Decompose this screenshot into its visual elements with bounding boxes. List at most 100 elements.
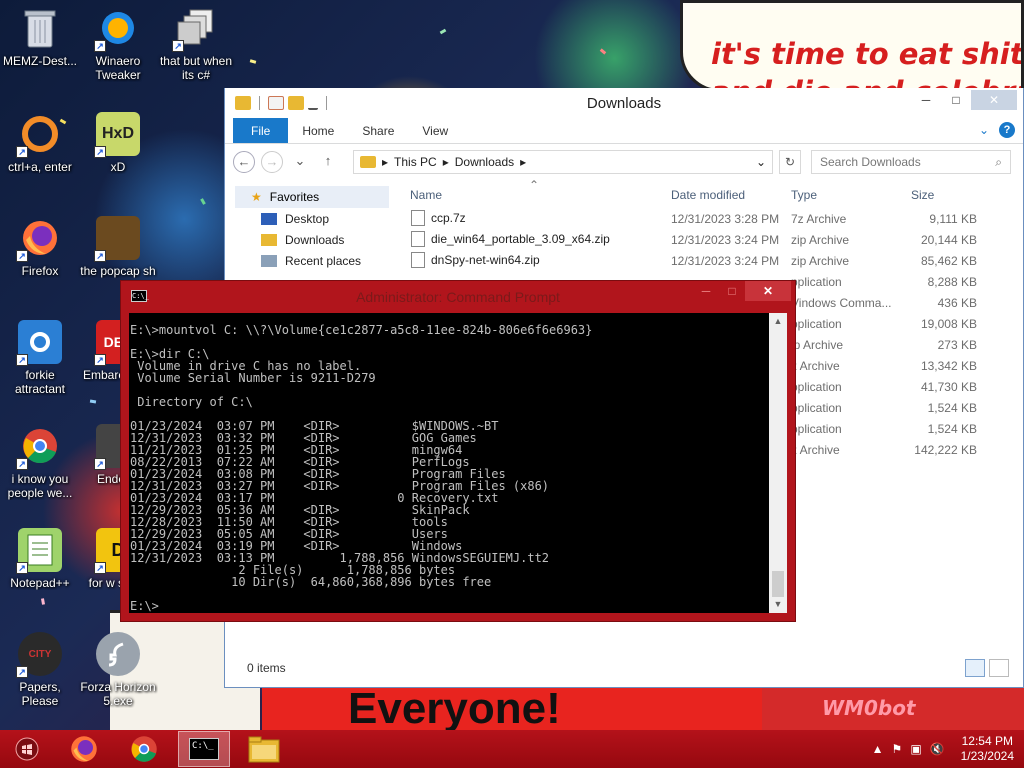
taskbar-cmd[interactable]: C:\_ bbox=[178, 731, 230, 767]
desktop-icon-xd[interactable]: HxD ↗ xD bbox=[78, 112, 158, 174]
ribbon-tabs: File Home Share View ⌄ ? bbox=[225, 118, 1023, 144]
file-row[interactable]: die_win64_portable_3.09_x64.zip 12/31/20… bbox=[403, 229, 1023, 250]
scroll-up-arrow-icon[interactable]: ▲ bbox=[769, 313, 787, 330]
breadcrumb-downloads[interactable]: Downloads bbox=[455, 155, 514, 169]
scroll-thumb[interactable] bbox=[772, 571, 784, 597]
desktop-icon-notepadpp[interactable]: ↗ Notepad++ bbox=[0, 528, 80, 590]
breadcrumb-separator[interactable]: ▸ bbox=[520, 155, 526, 169]
up-button[interactable]: ↑ bbox=[317, 151, 339, 173]
desktop-icon-forkie[interactable]: ↗ forkie attractant bbox=[0, 320, 80, 396]
zip-file-icon bbox=[411, 231, 425, 247]
file-type: zip Archive bbox=[791, 254, 850, 268]
start-button[interactable] bbox=[4, 731, 50, 767]
nav-favorites[interactable]: ★ Favorites bbox=[235, 186, 389, 208]
new-folder-icon[interactable] bbox=[288, 96, 304, 110]
large-icons-view-icon[interactable] bbox=[989, 659, 1009, 677]
cmd-maximize-button[interactable]: □ bbox=[719, 281, 745, 301]
shortcut-arrow-icon: ↗ bbox=[16, 458, 28, 470]
sort-ascending-icon: ⌃ bbox=[529, 178, 540, 192]
scroll-down-arrow-icon[interactable]: ▼ bbox=[769, 596, 787, 613]
file-row[interactable]: dnSpy-net-win64.zip 12/31/2023 3:24 PM z… bbox=[403, 250, 1023, 271]
file-type: z Archive bbox=[791, 359, 840, 373]
desktop-icon-chrome[interactable]: ↗ i know you people we... bbox=[0, 424, 80, 500]
cmd-close-button[interactable]: ✕ bbox=[745, 281, 791, 301]
network-icon[interactable]: ▣ bbox=[910, 742, 921, 756]
desktop-icon-forza[interactable]: Forza Horizon 5.exe bbox=[78, 632, 158, 708]
toolbar-separator bbox=[326, 96, 327, 110]
tab-home[interactable]: Home bbox=[288, 118, 348, 143]
address-dropdown-icon[interactable]: ⌄ bbox=[756, 155, 766, 169]
volume-muted-icon[interactable]: 🔇 bbox=[930, 742, 945, 756]
properties-icon[interactable] bbox=[268, 96, 284, 110]
refresh-button[interactable]: ↻ bbox=[779, 150, 801, 174]
cmd-minimize-button[interactable]: ─ bbox=[693, 281, 719, 301]
desktop-icon-memz[interactable]: MEMZ-Dest... bbox=[0, 6, 80, 68]
close-button[interactable]: ✕ bbox=[971, 90, 1017, 110]
desktop-icon-popcap[interactable]: ↗ the popcap sh bbox=[78, 216, 158, 278]
column-headers: Name ⌃ Date modified Type Size bbox=[403, 178, 1023, 208]
clock-time: 12:54 PM bbox=[961, 734, 1013, 748]
search-icon[interactable]: ⌕ bbox=[995, 155, 1002, 170]
column-header-date[interactable]: Date modified bbox=[671, 188, 745, 202]
minimize-button[interactable]: ─ bbox=[911, 90, 941, 110]
file-row[interactable]: ccp.7z 12/31/2023 3:28 PM 7z Archive 9,1… bbox=[403, 208, 1023, 229]
recent-locations-button[interactable]: ⌄ bbox=[289, 151, 311, 173]
desktop-icon-csharp[interactable]: ↗ that but when its c# bbox=[156, 6, 236, 82]
desktop-icon-papers-please[interactable]: CITY ↗ Papers, Please bbox=[0, 632, 80, 708]
file-date: 12/31/2023 3:28 PM bbox=[671, 212, 780, 226]
flash-icon bbox=[96, 632, 140, 676]
column-header-name[interactable]: Name bbox=[410, 188, 442, 202]
gear-monitor-icon: ↗ bbox=[16, 320, 62, 366]
nav-item-downloads[interactable]: Downloads bbox=[225, 229, 395, 250]
column-header-size[interactable]: Size bbox=[911, 188, 934, 202]
search-input[interactable]: Search Downloads ⌕ bbox=[811, 150, 1011, 174]
expand-ribbon-icon[interactable]: ⌄ bbox=[979, 123, 989, 137]
column-header-type[interactable]: Type bbox=[791, 188, 817, 202]
desktop-icon-ctrl-a[interactable]: ↗ ctrl+a, enter bbox=[0, 112, 80, 174]
address-bar[interactable]: ▸ This PC ▸ Downloads ▸ ⌄ bbox=[353, 150, 773, 174]
nav-item-recent[interactable]: Recent places bbox=[225, 250, 395, 271]
file-size: 436 KB bbox=[937, 296, 977, 310]
explorer-titlebar[interactable]: Downloads ─ □ ✕ bbox=[225, 88, 1023, 118]
cmd-output[interactable]: E:\>mountvol C: \\?\Volume{ce1c2877-a5c8… bbox=[129, 313, 769, 613]
desktop-icon bbox=[261, 212, 277, 225]
nav-item-desktop[interactable]: Desktop bbox=[225, 208, 395, 229]
shortcut-arrow-icon: ↗ bbox=[94, 250, 106, 262]
folder-icon[interactable] bbox=[235, 96, 251, 110]
taskbar-firefox[interactable] bbox=[58, 731, 110, 767]
hxd-icon-text: HxD bbox=[101, 125, 134, 142]
shortcut-arrow-icon: ↗ bbox=[16, 146, 28, 158]
back-button[interactable]: ← bbox=[233, 151, 255, 173]
desktop-icon-firefox[interactable]: ↗ Firefox bbox=[0, 216, 80, 278]
confetti bbox=[41, 598, 45, 605]
maximize-button[interactable]: □ bbox=[941, 90, 971, 110]
tab-view[interactable]: View bbox=[408, 118, 462, 143]
forward-button[interactable]: → bbox=[261, 151, 283, 173]
breadcrumb-separator[interactable]: ▸ bbox=[382, 155, 388, 169]
tab-file[interactable]: File bbox=[233, 118, 289, 143]
meme-bottom-right: WM0bot bbox=[762, 686, 1024, 730]
cmd-titlebar[interactable]: C:\_ Administrator: Command Prompt ─ □ ✕ bbox=[121, 281, 795, 311]
cmd-scrollbar[interactable]: ▲ ▼ bbox=[769, 313, 787, 613]
nav-favorites-label: Favorites bbox=[269, 190, 320, 204]
show-hidden-icons-icon[interactable]: ▲ bbox=[872, 742, 884, 756]
taskbar-file-explorer[interactable] bbox=[238, 731, 290, 767]
archive-file-icon bbox=[411, 210, 425, 226]
desktop-icon-winaero[interactable]: ↗ Winaero Tweaker bbox=[78, 6, 158, 82]
breadcrumb-separator[interactable]: ▸ bbox=[443, 155, 449, 169]
taskbar-chrome[interactable] bbox=[118, 731, 170, 767]
folder-icon bbox=[360, 156, 376, 168]
details-view-icon[interactable] bbox=[965, 659, 985, 677]
clock[interactable]: 12:54 PM 1/23/2024 bbox=[961, 734, 1014, 764]
action-center-flag-icon[interactable]: ⚑ bbox=[892, 742, 903, 756]
confetti bbox=[439, 28, 447, 35]
file-type: pplication bbox=[791, 275, 842, 289]
quick-access-toolbar bbox=[225, 96, 331, 110]
toolbar-separator bbox=[259, 96, 260, 110]
help-icon[interactable]: ? bbox=[999, 122, 1015, 138]
breadcrumb-this-pc[interactable]: This PC bbox=[394, 155, 437, 169]
papers-please-icon: CITY ↗ bbox=[16, 632, 62, 678]
file-name-text: die_win64_portable_3.09_x64.zip bbox=[431, 232, 610, 246]
customize-qat-icon[interactable] bbox=[308, 96, 318, 110]
tab-share[interactable]: Share bbox=[348, 118, 408, 143]
